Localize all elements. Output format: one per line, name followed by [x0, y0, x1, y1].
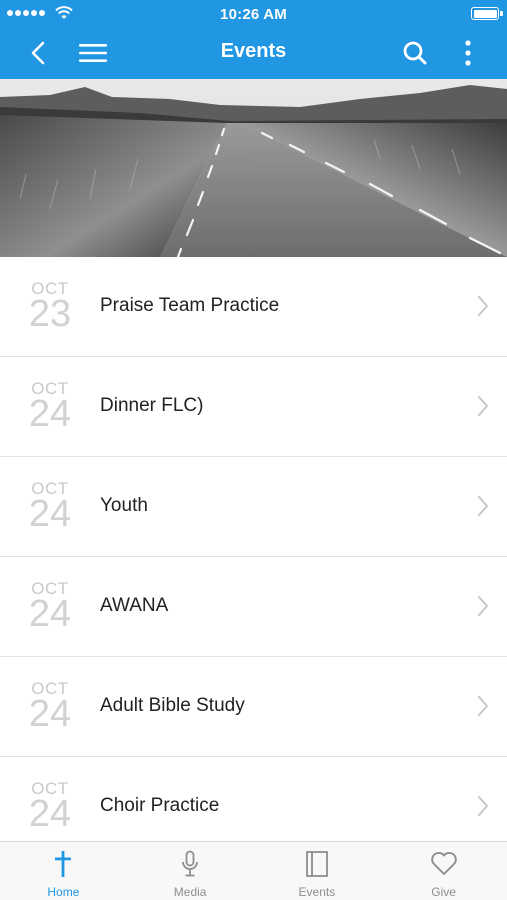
search-icon [403, 41, 427, 64]
microphone-icon [182, 850, 199, 877]
more-vertical-icon [465, 39, 471, 66]
tab-home[interactable]: Home [0, 842, 127, 900]
tab-label: Give [431, 885, 456, 899]
event-title: Adult Bible Study [100, 695, 245, 716]
battery-icon [471, 7, 503, 20]
event-day: 23 [28, 293, 72, 335]
event-day: 24 [28, 793, 72, 835]
event-day: 24 [28, 693, 72, 735]
chevron-right-icon [478, 696, 488, 716]
chevron-right-icon [478, 796, 488, 816]
event-day: 24 [28, 393, 72, 435]
event-row[interactable]: OCT 24 Youth [0, 457, 507, 557]
event-row[interactable]: OCT 24 Dinner FLC) [0, 357, 507, 457]
event-title: Choir Practice [100, 795, 220, 816]
more-options-button[interactable] [455, 26, 481, 79]
hero-banner-image [0, 79, 507, 257]
event-day: 24 [28, 493, 72, 535]
event-title: Dinner FLC) [100, 395, 204, 416]
tab-label: Home [47, 885, 80, 899]
tab-give[interactable]: Give [380, 842, 507, 900]
chevron-right-icon [478, 496, 488, 516]
event-title: Youth [100, 495, 148, 516]
search-button[interactable] [398, 26, 432, 79]
status-bar: 10:26 AM [0, 0, 507, 26]
event-day: 24 [28, 593, 72, 635]
app-header: 10:26 AM Events [0, 0, 507, 79]
status-time: 10:26 AM [220, 6, 287, 23]
event-title: Praise Team Practice [100, 295, 280, 316]
event-row[interactable]: OCT 24 Choir Practice [0, 757, 507, 841]
chevron-right-icon [478, 596, 488, 616]
event-row[interactable]: OCT 24 AWANA [0, 557, 507, 657]
tab-label: Events [298, 885, 336, 899]
navigation-bar: Events [0, 26, 507, 79]
tab-media[interactable]: Media [127, 842, 254, 900]
events-list: OCT 23 Praise Team Practice OCT 24 Dinne… [0, 257, 507, 841]
event-row[interactable]: OCT 24 Adult Bible Study [0, 657, 507, 757]
chevron-right-icon [478, 296, 488, 316]
event-row[interactable]: OCT 23 Praise Team Practice [0, 257, 507, 357]
cross-icon [55, 851, 72, 877]
book-icon [305, 851, 328, 877]
heart-icon [430, 851, 457, 875]
chevron-right-icon [478, 396, 488, 416]
event-title: AWANA [100, 595, 169, 616]
tab-events[interactable]: Events [254, 842, 381, 900]
tab-label: Media [173, 885, 207, 899]
tab-bar: Home Media Events Give [0, 841, 507, 900]
